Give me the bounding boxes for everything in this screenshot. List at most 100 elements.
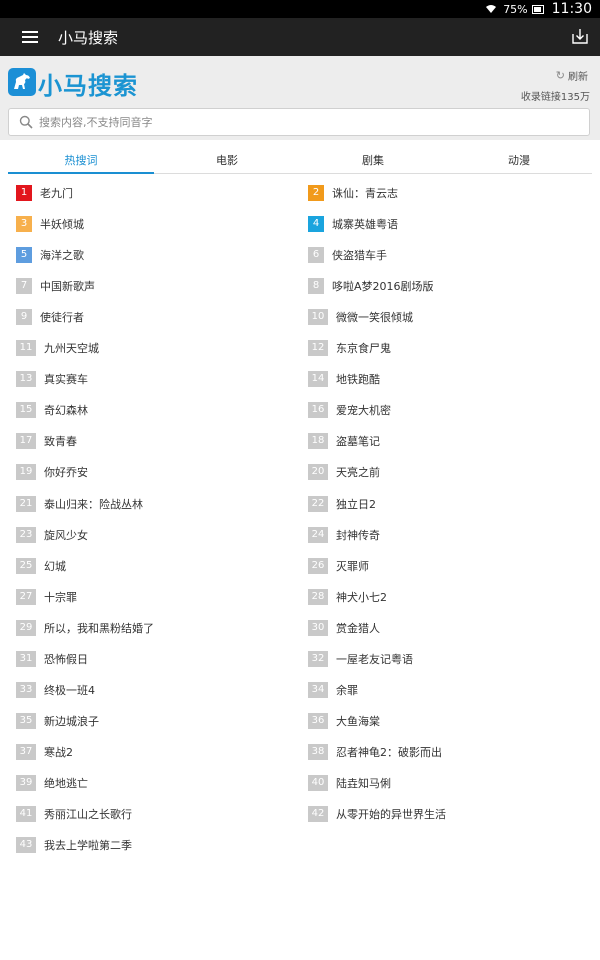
list-item[interactable]: 35 新边城浪子 (16, 709, 99, 733)
list-item-title: 终极一班4 (44, 683, 95, 697)
wifi-icon (485, 4, 497, 14)
list-item[interactable]: 23 旋风少女 (16, 523, 88, 547)
rank-badge: 3 (16, 216, 32, 233)
rank-badge: 42 (308, 806, 328, 822)
search-box[interactable] (8, 108, 590, 136)
brand-header: 小马搜索 ↻ 刷新 收录链接135万 (0, 56, 600, 106)
list-item[interactable]: 28 神犬小七2 (308, 585, 387, 609)
rank-badge: 30 (308, 619, 328, 636)
list-item[interactable]: 26 灭罪师 (308, 554, 369, 578)
list-item[interactable]: 20 天亮之前 (308, 460, 380, 484)
list-item-title: 致青春 (44, 435, 77, 449)
list-item[interactable]: 11 九州天空城 (16, 336, 99, 360)
refresh-button[interactable]: ↻ 刷新 (556, 68, 588, 83)
list-item-title: 哆啦A梦2016剧场版 (332, 280, 434, 294)
list-item-title: 从零开始的异世界生活 (336, 808, 446, 821)
list-item[interactable]: 27 十宗罪 (16, 585, 77, 609)
list-item-title: 地铁跑酷 (336, 373, 380, 387)
tab-hot-searches[interactable]: 热搜词 (8, 146, 154, 174)
list-item[interactable]: 5 海洋之歌 (16, 243, 84, 267)
list-item[interactable]: 29 所以，我和黑粉结婚了 (16, 616, 154, 640)
list-item[interactable]: 1 老九门 (16, 181, 73, 205)
list-item-title: 老九门 (40, 187, 73, 200)
download-icon[interactable] (572, 28, 588, 45)
list-item[interactable]: 3 半妖倾城 (16, 212, 84, 236)
list-item[interactable]: 15 奇幻森林 (16, 398, 88, 422)
tab-series[interactable]: 剧集 (300, 146, 446, 173)
list-item[interactable]: 6 侠盗猎车手 (308, 243, 387, 267)
list-item-title: 神犬小七2 (336, 590, 387, 604)
app-bar-title: 小马搜索 (58, 28, 119, 47)
tab-anime[interactable]: 动漫 (446, 146, 592, 173)
list-item[interactable]: 36 大鱼海棠 (308, 709, 380, 733)
list-item-title: 寒战2 (44, 745, 73, 759)
list-item-title: 独立日2 (336, 497, 376, 511)
rank-badge: 10 (308, 309, 328, 326)
rank-badge: 28 (308, 588, 328, 605)
list-item-title: 盗墓笔记 (336, 435, 380, 449)
list-item[interactable]: 4 城寨英雄粤语 (308, 212, 398, 236)
list-item[interactable]: 19 你好乔安 (16, 460, 88, 484)
list-item[interactable]: 32 一屋老友记粤语 (308, 647, 413, 671)
menu-icon[interactable] (22, 31, 38, 43)
list-item-title: 我去上学啦第二季 (44, 839, 132, 853)
list-item-title: 秀丽江山之长歌行 (44, 808, 132, 821)
app-bar: 小马搜索 (0, 18, 600, 56)
rank-badge: 6 (308, 247, 324, 264)
list-item-title: 中国新歌声 (40, 280, 95, 294)
battery-level: 75% (503, 2, 528, 16)
list-item[interactable]: 9 使徒行者 (16, 305, 84, 329)
list-item[interactable]: 22 独立日2 (308, 492, 376, 516)
list-item-title: 余罪 (336, 683, 358, 697)
rank-badge: 27 (16, 588, 36, 605)
list-item[interactable]: 13 真实赛车 (16, 367, 88, 391)
list-item[interactable]: 40 陆垚知马俐 (308, 771, 391, 795)
rank-badge: 2 (308, 185, 324, 201)
list-item[interactable]: 31 恐怖假日 (16, 647, 88, 671)
list-item[interactable]: 18 盗墓笔记 (308, 429, 380, 453)
rank-badge: 17 (16, 433, 36, 450)
list-item[interactable]: 39 绝地逃亡 (16, 771, 88, 795)
list-item[interactable]: 34 余罪 (308, 678, 358, 702)
rank-badge: 1 (16, 185, 32, 201)
status-bar: 75% 11:30 (0, 0, 600, 18)
list-item[interactable]: 38 忍者神龟2：破影而出 (308, 740, 442, 764)
list-item[interactable]: 14 地铁跑酷 (308, 367, 380, 391)
rank-badge: 29 (16, 619, 36, 636)
list-item[interactable]: 42 从零开始的异世界生活 (308, 802, 446, 826)
rank-badge: 39 (16, 774, 36, 791)
list-item-title: 东京食尸鬼 (336, 342, 391, 356)
list-item[interactable]: 37 寒战2 (16, 740, 73, 764)
category-tabs: 热搜词 电影 剧集 动漫 (8, 146, 592, 174)
list-item[interactable]: 8 哆啦A梦2016剧场版 (308, 274, 434, 298)
list-item-title: 爱宠大机密 (336, 404, 391, 418)
rank-badge: 4 (308, 216, 324, 233)
list-item-title: 奇幻森林 (44, 404, 88, 418)
list-item[interactable]: 21 泰山归来：险战丛林 (16, 492, 143, 516)
rank-badge: 40 (308, 774, 328, 791)
list-item[interactable]: 7 中国新歌声 (16, 274, 95, 298)
list-item[interactable]: 12 东京食尸鬼 (308, 336, 391, 360)
list-item-title: 城寨英雄粤语 (332, 218, 398, 232)
rank-badge: 35 (16, 712, 36, 729)
list-item[interactable]: 17 致青春 (16, 429, 77, 453)
list-item-title: 忍者神龟2：破影而出 (336, 745, 442, 759)
rank-badge: 16 (308, 402, 328, 419)
list-item[interactable]: 2 诛仙：青云志 (308, 181, 398, 205)
list-item[interactable]: 30 赏金猎人 (308, 616, 380, 640)
rank-badge: 11 (16, 340, 36, 357)
list-item[interactable]: 16 爱宠大机密 (308, 398, 391, 422)
tab-movies[interactable]: 电影 (154, 146, 300, 173)
list-item[interactable]: 41 秀丽江山之长歌行 (16, 802, 132, 826)
list-item[interactable]: 10 微微一笑很倾城 (308, 305, 413, 329)
list-item[interactable]: 33 终极一班4 (16, 678, 95, 702)
rank-badge: 15 (16, 402, 36, 419)
list-item[interactable]: 43 我去上学啦第二季 (16, 833, 132, 857)
search-input[interactable] (39, 109, 579, 135)
list-item-title: 真实赛车 (44, 373, 88, 387)
list-item-title: 侠盗猎车手 (332, 249, 387, 263)
list-item[interactable]: 25 幻城 (16, 554, 66, 578)
rank-badge: 43 (16, 837, 36, 854)
rank-badge: 22 (308, 495, 328, 512)
list-item[interactable]: 24 封神传奇 (308, 523, 380, 547)
